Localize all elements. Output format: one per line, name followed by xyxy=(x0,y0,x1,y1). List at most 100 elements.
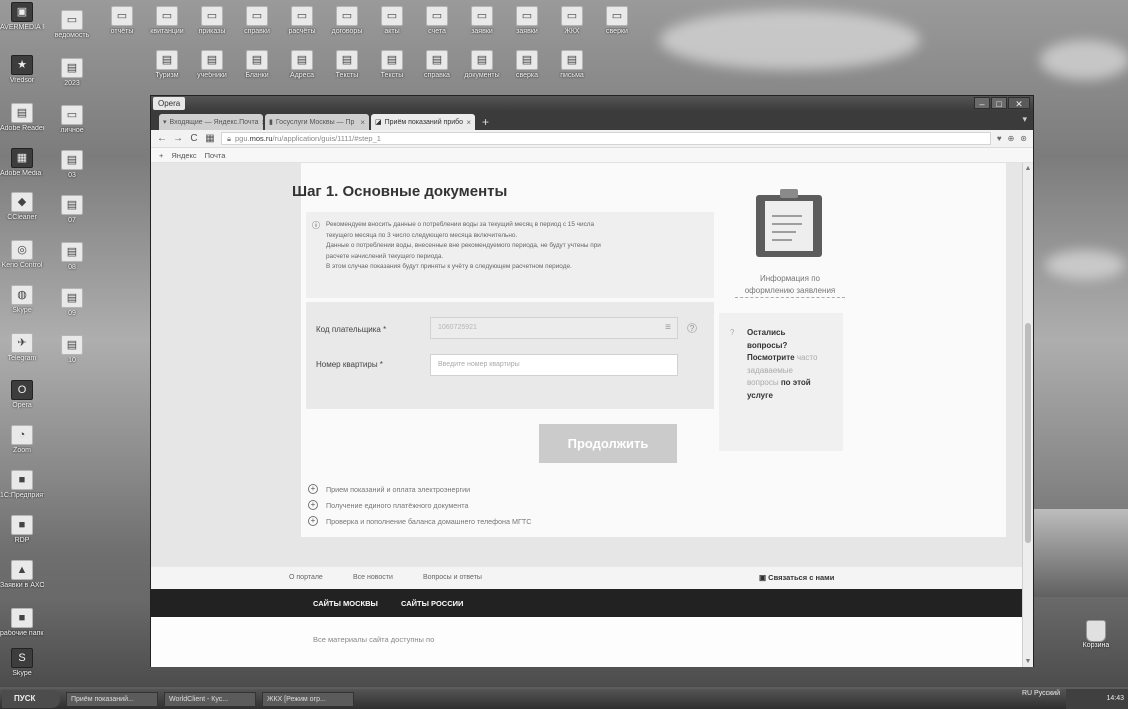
bookmark-yandex[interactable]: Яндекс xyxy=(171,151,196,160)
desktop-icon[interactable]: ■ рабочие папки xyxy=(0,608,44,638)
faq-link[interactable]: вопросы xyxy=(747,378,779,387)
desktop-icon[interactable]: ▤ 07 xyxy=(50,195,94,225)
desktop-icon[interactable]: O Opera xyxy=(0,380,44,410)
desktop-icon[interactable]: ▤ 08 xyxy=(50,242,94,272)
bookmark-heart-icon[interactable]: ♥ xyxy=(997,134,1002,143)
contact-link[interactable]: ▣ Связаться с нами xyxy=(759,573,834,582)
desktop-icon[interactable]: ◎ Kerio Control xyxy=(0,240,44,270)
desktop-icon[interactable]: ▤ Тексты xyxy=(325,50,369,80)
desktop-icon[interactable]: ▭ справки xyxy=(235,6,279,36)
desktop-icon[interactable]: ▤ Тексты xyxy=(370,50,414,80)
scrollbar[interactable]: ▲ ▼ xyxy=(1022,163,1033,667)
apartment-field[interactable]: Введите номер квартиры xyxy=(430,354,678,376)
tab-close-icon[interactable]: × xyxy=(262,118,263,127)
speed-dial-button[interactable]: ▦ xyxy=(205,133,215,144)
desktop-icon[interactable]: ▭ отчёты xyxy=(100,6,144,36)
new-tab-button[interactable]: + xyxy=(477,114,494,130)
desktop-icon[interactable]: ▭ заявки xyxy=(460,6,504,36)
desktop-icon[interactable]: ▤ 10 xyxy=(50,335,94,365)
footer-link-news[interactable]: Все новости xyxy=(353,574,393,581)
maximize-button[interactable]: □ xyxy=(991,97,1007,109)
payer-code-field[interactable]: 1060725921 ≡ xyxy=(430,317,678,339)
desktop-icon[interactable]: ▭ расчёты xyxy=(280,6,324,36)
extensions-icon[interactable]: ⊛ xyxy=(1020,134,1027,143)
list-item[interactable]: + Получение единого платёжного документа xyxy=(308,497,531,513)
list-item[interactable]: + Проверка и пополнение баланса домашнего… xyxy=(308,513,531,529)
desktop-icon[interactable]: ▭ личное xyxy=(50,105,94,135)
back-button[interactable]: ← xyxy=(157,133,167,144)
taskbar-item[interactable]: Приём показаний... xyxy=(66,691,158,707)
desktop-icon[interactable]: ▤ документы xyxy=(460,50,504,80)
desktop-icon[interactable]: ▭ квитанции xyxy=(145,6,189,36)
desktop-icon[interactable]: ▭ сверки xyxy=(595,6,639,36)
desktop-icon[interactable]: ◔ Zoom xyxy=(0,425,44,455)
desktop-icon[interactable]: ▤ 09 xyxy=(50,288,94,318)
title-bar[interactable]: Opera – □ ✕ xyxy=(151,96,1033,111)
desktop-icon[interactable]: ▤ Туризм xyxy=(145,50,189,80)
footer-link-faq[interactable]: Вопросы и ответы xyxy=(423,574,482,581)
tab-gosuslugi[interactable]: ▮ Госуслуги Москвы — Пр × xyxy=(265,114,369,130)
footer-link-about[interactable]: О портале xyxy=(289,574,323,581)
desktop-icon[interactable]: ▤ Adobe Reader xyxy=(0,103,44,133)
desktop-icon[interactable]: ▭ ведомость xyxy=(50,10,94,40)
continue-button[interactable]: Продолжить xyxy=(539,424,677,463)
desktop-icon[interactable]: ◍ Skype xyxy=(0,285,44,315)
desktop-icon[interactable]: ★ Vredsor xyxy=(0,55,44,85)
desktop-icon[interactable]: ▦Adobe Media Player xyxy=(0,148,44,178)
folder-icon: ■ xyxy=(11,608,33,628)
address-bar[interactable]: 🔒︎ pgu.mos.ru/ru/application/guis/1111/#… xyxy=(221,132,991,145)
document-icon: ▤ xyxy=(426,50,448,70)
desktop-icon[interactable]: ■ RDP xyxy=(0,515,44,545)
tab-menu-icon[interactable]: ▾ xyxy=(1022,114,1027,125)
scroll-thumb[interactable] xyxy=(1025,323,1031,543)
desktop-icon[interactable]: ▭ ЖКХ xyxy=(550,6,594,36)
desktop-icon[interactable]: ▤ Адреса xyxy=(280,50,324,80)
tab-close-icon[interactable]: × xyxy=(466,118,471,127)
desktop-icon[interactable]: ▤ сверка xyxy=(505,50,549,80)
desktop-icon[interactable]: ▭ счета xyxy=(415,6,459,36)
desktop-icon[interactable]: S Skype xyxy=(0,648,44,678)
faq-link[interactable]: часто xyxy=(797,353,818,362)
desktop-icon[interactable]: ◆ CCleaner xyxy=(0,192,44,222)
desktop-icon[interactable]: ▤ письма xyxy=(550,50,594,80)
bookmark-mail[interactable]: Почта xyxy=(205,151,226,160)
language-indicator[interactable]: RU Русский xyxy=(1022,690,1060,697)
forward-button[interactable]: → xyxy=(173,133,183,144)
desktop-icon[interactable]: ▭ акты xyxy=(370,6,414,36)
desktop-icon[interactable]: ✈ Telegram xyxy=(0,333,44,363)
desktop-icon[interactable]: ▲ Заявки в АХО xyxy=(0,560,44,590)
close-button[interactable]: ✕ xyxy=(1008,97,1030,109)
desktop-icon[interactable]: ▭ договоры xyxy=(325,6,369,36)
clock[interactable]: 14:43 xyxy=(1106,695,1124,702)
help-icon[interactable]: ? xyxy=(687,323,697,333)
desktop-icon[interactable]: ▭ заявки xyxy=(505,6,549,36)
scroll-down-icon[interactable]: ▼ xyxy=(1023,658,1033,665)
application-info-link[interactable]: Информация по оформлению заявления xyxy=(735,273,845,298)
start-button[interactable]: ПУСК xyxy=(2,690,60,708)
list-icon[interactable]: ≡ xyxy=(665,318,671,338)
desktop-icon[interactable]: ■1С:Предприятие xyxy=(0,470,44,500)
tab-meter-readings[interactable]: ◪ Приём показаний прибо × xyxy=(371,114,475,130)
scroll-up-icon[interactable]: ▲ xyxy=(1023,165,1033,172)
taskbar-item[interactable]: ЖКХ [Режим огр... xyxy=(262,691,354,707)
taskbar-item[interactable]: WorldClient - Кус... xyxy=(164,691,256,707)
reload-button[interactable]: C xyxy=(189,133,199,144)
recycle-bin[interactable]: Корзина xyxy=(1076,620,1116,649)
tab-close-icon[interactable]: × xyxy=(360,118,365,127)
desktop-icon[interactable]: ▤ Бланки xyxy=(235,50,279,80)
tab-mail[interactable]: ▾Входящие — Яндекс.Почта× xyxy=(159,114,263,130)
list-item[interactable]: + Прием показаний и оплата электроэнергии xyxy=(308,481,531,497)
desktop-icon[interactable]: ▤ учебники xyxy=(190,50,234,80)
desktop-icon[interactable]: ▤ 03 xyxy=(50,150,94,180)
minimize-button[interactable]: – xyxy=(974,97,990,109)
desktop-icon[interactable]: ▤ 2023 xyxy=(50,58,94,88)
opera-menu-button[interactable]: Opera xyxy=(153,97,186,110)
desktop-icon[interactable]: ▭ приказы xyxy=(190,6,234,36)
desktop-icon[interactable]: ▤ справка xyxy=(415,50,459,80)
download-icon[interactable]: ⊕ xyxy=(1008,134,1015,143)
desktop-icon[interactable]: ▣AVERMEDIA RECENTRAL xyxy=(0,2,44,32)
sites-moscow-link[interactable]: САЙТЫ МОСКВЫ xyxy=(313,599,378,608)
bookmarks-toggle-icon[interactable]: + xyxy=(159,151,163,160)
sites-russia-link[interactable]: САЙТЫ РОССИИ xyxy=(401,599,463,608)
faq-link[interactable]: задаваемые xyxy=(747,366,793,375)
